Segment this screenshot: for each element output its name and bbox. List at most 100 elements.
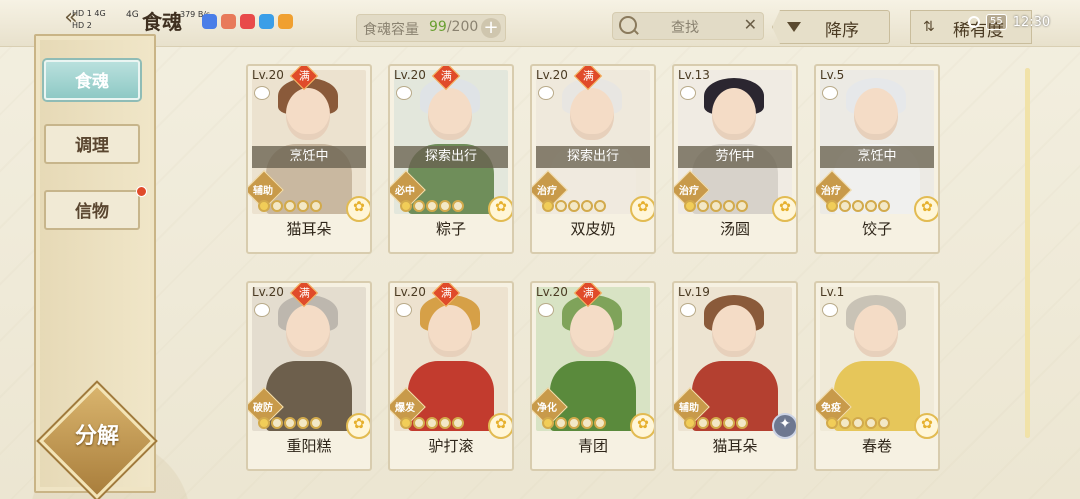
capacity-add-button[interactable]: + xyxy=(481,18,501,38)
lock-toggle-icon[interactable] xyxy=(254,303,270,317)
capacity-value: 99/200 xyxy=(429,19,479,35)
status-banner: 探索出行 xyxy=(394,146,508,168)
app-icon-red xyxy=(240,14,255,29)
star-icon xyxy=(400,417,412,429)
star-icon xyxy=(684,200,696,212)
battery-indicator: 55 xyxy=(986,14,1007,30)
search-icon xyxy=(619,16,637,34)
star-icon xyxy=(284,417,296,429)
app-icon-orange xyxy=(278,14,293,29)
star-icon xyxy=(684,417,696,429)
star-icon xyxy=(736,417,748,429)
food-soul-card[interactable]: Lv.20 满 探索出行 必中 ✿ 粽子 xyxy=(388,64,514,254)
character-face xyxy=(286,88,330,140)
sort-order-label: 降序 xyxy=(825,21,859,41)
star-rating xyxy=(542,200,606,212)
food-soul-card[interactable]: Lv.20 满 探索出行 治疗 ✿ 双皮奶 xyxy=(530,64,656,254)
status-banner: 劳作中 xyxy=(678,146,792,168)
star-icon xyxy=(826,200,838,212)
lock-toggle-icon[interactable] xyxy=(254,86,270,100)
food-soul-card[interactable]: Lv.20 满 爆发 ✿ 驴打滚 xyxy=(388,281,514,471)
character-face xyxy=(712,88,756,140)
lock-toggle-icon[interactable] xyxy=(680,86,696,100)
lock-toggle-icon[interactable] xyxy=(396,86,412,100)
level-label: Lv.13 xyxy=(678,68,710,82)
character-name: 汤圆 xyxy=(719,220,750,238)
star-icon xyxy=(878,417,890,429)
search-input[interactable]: 查找 ✕ xyxy=(612,12,764,40)
star-icon xyxy=(297,417,309,429)
role-label: 爆发 xyxy=(395,403,415,414)
close-icon[interactable]: ✕ xyxy=(744,15,757,34)
character-face xyxy=(712,305,756,357)
triangle-down-icon xyxy=(787,22,801,32)
role-label: 辅助 xyxy=(679,403,699,414)
star-icon xyxy=(310,200,322,212)
star-rating xyxy=(258,417,322,429)
star-icon xyxy=(697,417,709,429)
sort-arrows-icon: ⇅ xyxy=(923,19,935,35)
star-icon xyxy=(839,417,851,429)
lock-toggle-icon[interactable] xyxy=(396,303,412,317)
star-icon xyxy=(736,200,748,212)
top-bar: « HD 1 4G HD 2 4G 379 B/s 食魂 食魂容量 99/200… xyxy=(0,0,1080,47)
character-face xyxy=(854,305,898,357)
page-title: 食魂 xyxy=(142,10,182,34)
lock-toggle-icon[interactable] xyxy=(538,303,554,317)
role-label: 必中 xyxy=(395,186,415,197)
star-icon xyxy=(258,417,270,429)
star-icon xyxy=(710,200,722,212)
app-icon-search xyxy=(259,14,274,29)
sort-order-button[interactable]: 降序 xyxy=(772,10,890,44)
sidebar-item-food-souls[interactable]: 食魂 xyxy=(44,60,140,100)
sidebar-item-tokens[interactable]: 信物 xyxy=(44,190,140,230)
food-soul-card[interactable]: Lv.1 免疫 ✿ 春卷 xyxy=(814,281,940,471)
lock-toggle-icon[interactable] xyxy=(538,86,554,100)
clock: 12:30 xyxy=(1012,14,1051,30)
character-name: 饺子 xyxy=(861,220,892,238)
decompose-label[interactable]: 分解 xyxy=(56,418,138,450)
character-face xyxy=(570,305,614,357)
status-banner: 烹饪中 xyxy=(820,146,934,168)
level-label: Lv.20 xyxy=(536,68,568,82)
lock-toggle-icon[interactable] xyxy=(822,86,838,100)
notification-dot xyxy=(136,186,147,197)
food-soul-card[interactable]: Lv.13 劳作中 治疗 ✿ 汤圆 xyxy=(672,64,798,254)
role-label: 净化 xyxy=(537,403,557,414)
role-label: 辅助 xyxy=(253,186,273,197)
star-rating xyxy=(684,200,748,212)
food-soul-card[interactable]: Lv.20 满 烹饪中 辅助 ✿ 猫耳朵 xyxy=(246,64,372,254)
food-soul-card[interactable]: Lv.20 满 破防 ✿ 重阳糕 xyxy=(246,281,372,471)
food-soul-card[interactable]: Lv.20 满 净化 ✿ 青团 xyxy=(530,281,656,471)
star-icon xyxy=(426,417,438,429)
character-name: 驴打滚 xyxy=(428,437,474,455)
character-name: 青团 xyxy=(577,437,608,455)
food-soul-card[interactable]: Lv.19 辅助 ✦ 猫耳朵 xyxy=(672,281,798,471)
lock-toggle-icon[interactable] xyxy=(680,303,696,317)
capacity-display: 食魂容量 99/200 + xyxy=(356,14,506,42)
app-icon-blue xyxy=(202,14,217,29)
food-soul-card[interactable]: Lv.5 烹饪中 治疗 ✿ 饺子 xyxy=(814,64,940,254)
star-icon xyxy=(271,417,283,429)
role-label: 免疫 xyxy=(821,403,841,414)
capacity-label: 食魂容量 xyxy=(363,22,419,38)
star-icon xyxy=(878,200,890,212)
star-icon xyxy=(555,200,567,212)
role-label: 治疗 xyxy=(679,186,699,197)
star-icon xyxy=(271,200,283,212)
level-label: Lv.20 xyxy=(536,285,568,299)
status-right: 55 12:30 xyxy=(968,14,1050,30)
star-icon xyxy=(297,200,309,212)
star-icon xyxy=(865,200,877,212)
character-name: 粽子 xyxy=(435,220,466,238)
sidebar-item-conditioning[interactable]: 调理 xyxy=(44,124,140,164)
scrollbar-thumb[interactable] xyxy=(1025,68,1030,438)
scrollbar[interactable] xyxy=(1025,68,1030,438)
star-rating xyxy=(826,417,890,429)
star-icon xyxy=(852,200,864,212)
star-icon xyxy=(594,417,606,429)
star-icon xyxy=(852,417,864,429)
character-name: 猫耳朵 xyxy=(712,437,758,455)
role-label: 破防 xyxy=(253,403,273,414)
lock-toggle-icon[interactable] xyxy=(822,303,838,317)
